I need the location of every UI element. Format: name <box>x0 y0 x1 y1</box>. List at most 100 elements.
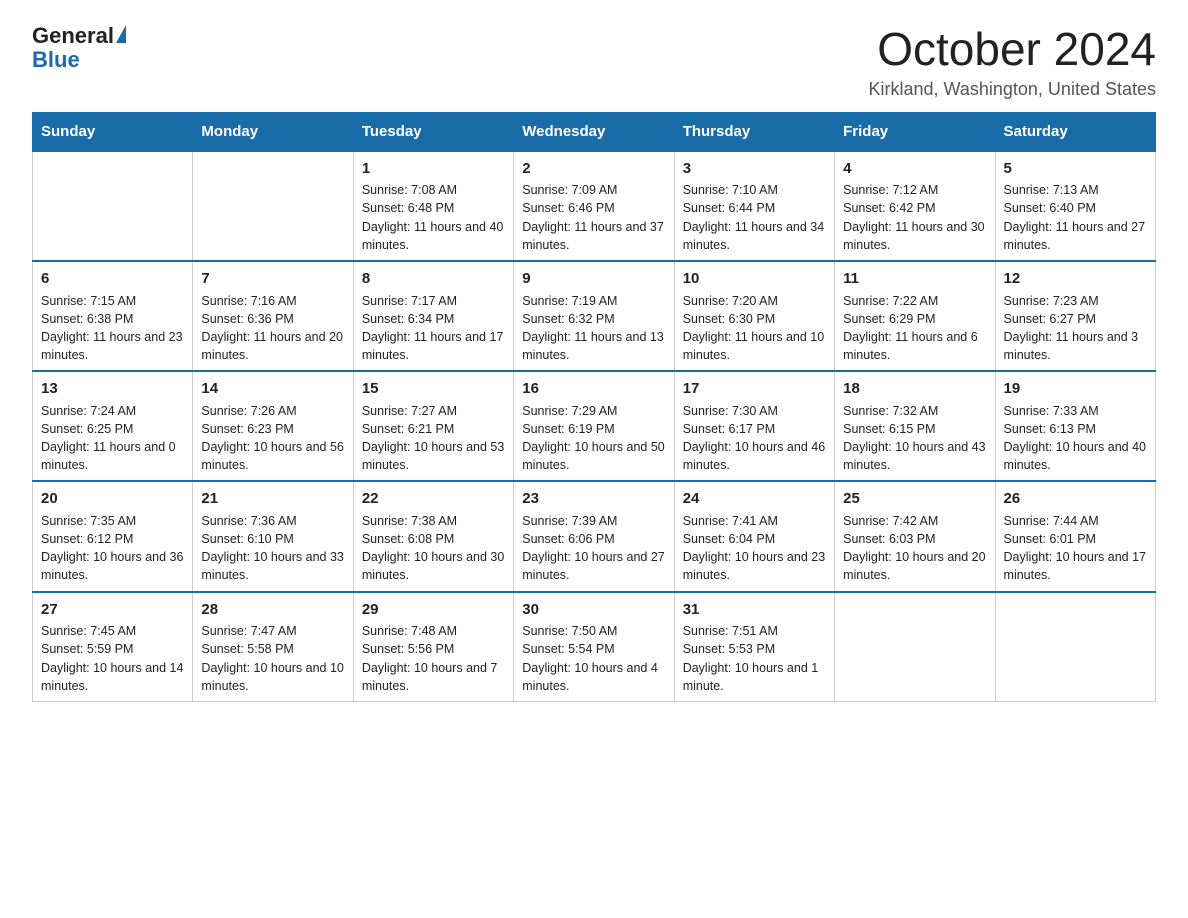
day-number: 15 <box>362 378 505 400</box>
location-subtitle: Kirkland, Washington, United States <box>869 79 1156 100</box>
day-info: Sunrise: 7:42 AMSunset: 6:03 PMDaylight:… <box>843 514 985 582</box>
day-number: 14 <box>201 378 344 400</box>
calendar-day-23: 23 Sunrise: 7:39 AMSunset: 6:06 PMDaylig… <box>514 481 674 591</box>
header-friday: Friday <box>835 112 995 151</box>
day-number: 10 <box>683 268 826 290</box>
day-number: 31 <box>683 599 826 621</box>
day-info: Sunrise: 7:33 AMSunset: 6:13 PMDaylight:… <box>1004 404 1146 472</box>
day-number: 18 <box>843 378 986 400</box>
day-number: 23 <box>522 488 665 510</box>
day-info: Sunrise: 7:22 AMSunset: 6:29 PMDaylight:… <box>843 294 978 362</box>
day-info: Sunrise: 7:19 AMSunset: 6:32 PMDaylight:… <box>522 294 664 362</box>
calendar-day-29: 29 Sunrise: 7:48 AMSunset: 5:56 PMDaylig… <box>353 592 513 702</box>
logo-wordmark: General Blue <box>32 24 126 72</box>
day-number: 12 <box>1004 268 1147 290</box>
calendar-day-5: 5 Sunrise: 7:13 AMSunset: 6:40 PMDayligh… <box>995 151 1155 261</box>
day-info: Sunrise: 7:08 AMSunset: 6:48 PMDaylight:… <box>362 183 504 251</box>
header-sunday: Sunday <box>33 112 193 151</box>
day-info: Sunrise: 7:13 AMSunset: 6:40 PMDaylight:… <box>1004 183 1146 251</box>
calendar-day-2: 2 Sunrise: 7:09 AMSunset: 6:46 PMDayligh… <box>514 151 674 261</box>
day-info: Sunrise: 7:23 AMSunset: 6:27 PMDaylight:… <box>1004 294 1139 362</box>
day-info: Sunrise: 7:32 AMSunset: 6:15 PMDaylight:… <box>843 404 985 472</box>
day-info: Sunrise: 7:48 AMSunset: 5:56 PMDaylight:… <box>362 624 498 692</box>
calendar-week-5: 27 Sunrise: 7:45 AMSunset: 5:59 PMDaylig… <box>33 592 1156 702</box>
day-info: Sunrise: 7:24 AMSunset: 6:25 PMDaylight:… <box>41 404 176 472</box>
day-info: Sunrise: 7:41 AMSunset: 6:04 PMDaylight:… <box>683 514 825 582</box>
day-number: 11 <box>843 268 986 290</box>
day-number: 4 <box>843 158 986 180</box>
day-number: 27 <box>41 599 184 621</box>
empty-cell-w0-d1 <box>193 151 353 261</box>
calendar-week-2: 6 Sunrise: 7:15 AMSunset: 6:38 PMDayligh… <box>33 261 1156 371</box>
calendar-week-4: 20 Sunrise: 7:35 AMSunset: 6:12 PMDaylig… <box>33 481 1156 591</box>
day-number: 19 <box>1004 378 1147 400</box>
calendar-day-18: 18 Sunrise: 7:32 AMSunset: 6:15 PMDaylig… <box>835 371 995 481</box>
calendar-day-1: 1 Sunrise: 7:08 AMSunset: 6:48 PMDayligh… <box>353 151 513 261</box>
calendar-day-31: 31 Sunrise: 7:51 AMSunset: 5:53 PMDaylig… <box>674 592 834 702</box>
day-number: 3 <box>683 158 826 180</box>
day-number: 17 <box>683 378 826 400</box>
calendar-day-13: 13 Sunrise: 7:24 AMSunset: 6:25 PMDaylig… <box>33 371 193 481</box>
day-number: 8 <box>362 268 505 290</box>
calendar-day-6: 6 Sunrise: 7:15 AMSunset: 6:38 PMDayligh… <box>33 261 193 371</box>
day-info: Sunrise: 7:20 AMSunset: 6:30 PMDaylight:… <box>683 294 825 362</box>
day-number: 28 <box>201 599 344 621</box>
empty-cell-w4-d6 <box>995 592 1155 702</box>
day-info: Sunrise: 7:12 AMSunset: 6:42 PMDaylight:… <box>843 183 985 251</box>
day-info: Sunrise: 7:35 AMSunset: 6:12 PMDaylight:… <box>41 514 183 582</box>
day-number: 5 <box>1004 158 1147 180</box>
day-number: 6 <box>41 268 184 290</box>
header-thursday: Thursday <box>674 112 834 151</box>
calendar-day-25: 25 Sunrise: 7:42 AMSunset: 6:03 PMDaylig… <box>835 481 995 591</box>
calendar-day-4: 4 Sunrise: 7:12 AMSunset: 6:42 PMDayligh… <box>835 151 995 261</box>
logo-general-text: General <box>32 24 114 48</box>
empty-cell-w4-d5 <box>835 592 995 702</box>
calendar-week-3: 13 Sunrise: 7:24 AMSunset: 6:25 PMDaylig… <box>33 371 1156 481</box>
header-wednesday: Wednesday <box>514 112 674 151</box>
day-info: Sunrise: 7:27 AMSunset: 6:21 PMDaylight:… <box>362 404 504 472</box>
calendar-day-8: 8 Sunrise: 7:17 AMSunset: 6:34 PMDayligh… <box>353 261 513 371</box>
calendar-day-22: 22 Sunrise: 7:38 AMSunset: 6:08 PMDaylig… <box>353 481 513 591</box>
day-info: Sunrise: 7:38 AMSunset: 6:08 PMDaylight:… <box>362 514 504 582</box>
logo-triangle-icon <box>116 25 126 43</box>
calendar-day-11: 11 Sunrise: 7:22 AMSunset: 6:29 PMDaylig… <box>835 261 995 371</box>
calendar-day-27: 27 Sunrise: 7:45 AMSunset: 5:59 PMDaylig… <box>33 592 193 702</box>
calendar-day-28: 28 Sunrise: 7:47 AMSunset: 5:58 PMDaylig… <box>193 592 353 702</box>
page-header: General Blue October 2024 Kirkland, Wash… <box>32 24 1156 100</box>
day-number: 16 <box>522 378 665 400</box>
calendar-day-12: 12 Sunrise: 7:23 AMSunset: 6:27 PMDaylig… <box>995 261 1155 371</box>
calendar-day-20: 20 Sunrise: 7:35 AMSunset: 6:12 PMDaylig… <box>33 481 193 591</box>
calendar-day-30: 30 Sunrise: 7:50 AMSunset: 5:54 PMDaylig… <box>514 592 674 702</box>
day-info: Sunrise: 7:51 AMSunset: 5:53 PMDaylight:… <box>683 624 819 692</box>
calendar-table: SundayMondayTuesdayWednesdayThursdayFrid… <box>32 112 1156 702</box>
header-tuesday: Tuesday <box>353 112 513 151</box>
day-info: Sunrise: 7:30 AMSunset: 6:17 PMDaylight:… <box>683 404 825 472</box>
day-info: Sunrise: 7:36 AMSunset: 6:10 PMDaylight:… <box>201 514 343 582</box>
day-number: 7 <box>201 268 344 290</box>
header-saturday: Saturday <box>995 112 1155 151</box>
calendar-day-16: 16 Sunrise: 7:29 AMSunset: 6:19 PMDaylig… <box>514 371 674 481</box>
day-number: 24 <box>683 488 826 510</box>
calendar-day-14: 14 Sunrise: 7:26 AMSunset: 6:23 PMDaylig… <box>193 371 353 481</box>
day-number: 20 <box>41 488 184 510</box>
calendar-day-15: 15 Sunrise: 7:27 AMSunset: 6:21 PMDaylig… <box>353 371 513 481</box>
day-number: 1 <box>362 158 505 180</box>
calendar-day-3: 3 Sunrise: 7:10 AMSunset: 6:44 PMDayligh… <box>674 151 834 261</box>
day-number: 30 <box>522 599 665 621</box>
day-number: 9 <box>522 268 665 290</box>
day-number: 21 <box>201 488 344 510</box>
day-info: Sunrise: 7:44 AMSunset: 6:01 PMDaylight:… <box>1004 514 1146 582</box>
calendar-day-26: 26 Sunrise: 7:44 AMSunset: 6:01 PMDaylig… <box>995 481 1155 591</box>
calendar-day-17: 17 Sunrise: 7:30 AMSunset: 6:17 PMDaylig… <box>674 371 834 481</box>
day-info: Sunrise: 7:26 AMSunset: 6:23 PMDaylight:… <box>201 404 343 472</box>
day-number: 25 <box>843 488 986 510</box>
day-info: Sunrise: 7:29 AMSunset: 6:19 PMDaylight:… <box>522 404 664 472</box>
calendar-day-21: 21 Sunrise: 7:36 AMSunset: 6:10 PMDaylig… <box>193 481 353 591</box>
day-info: Sunrise: 7:39 AMSunset: 6:06 PMDaylight:… <box>522 514 664 582</box>
day-info: Sunrise: 7:15 AMSunset: 6:38 PMDaylight:… <box>41 294 183 362</box>
day-info: Sunrise: 7:09 AMSunset: 6:46 PMDaylight:… <box>522 183 664 251</box>
month-year-title: October 2024 <box>869 24 1156 75</box>
calendar-day-10: 10 Sunrise: 7:20 AMSunset: 6:30 PMDaylig… <box>674 261 834 371</box>
day-info: Sunrise: 7:45 AMSunset: 5:59 PMDaylight:… <box>41 624 183 692</box>
calendar-day-9: 9 Sunrise: 7:19 AMSunset: 6:32 PMDayligh… <box>514 261 674 371</box>
